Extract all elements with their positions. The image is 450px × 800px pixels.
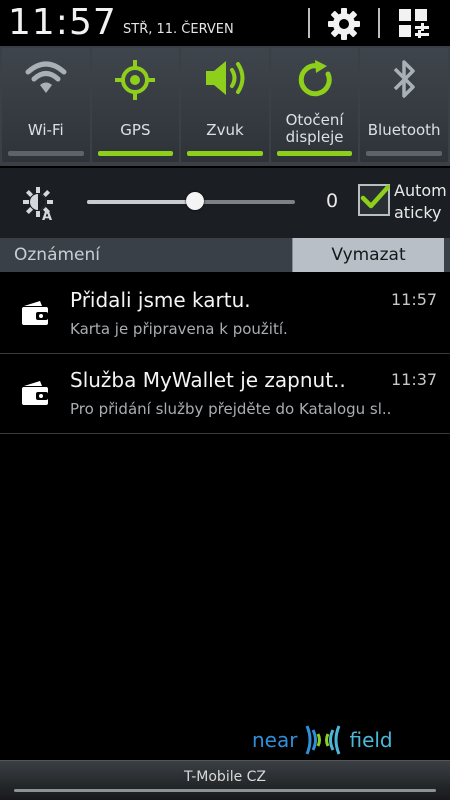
brightness-row: A 0 Automaticky xyxy=(0,168,450,238)
wallet-icon xyxy=(20,380,50,412)
notification-text: Karta je připravena k použití. xyxy=(70,320,288,338)
toggle-label: GPS xyxy=(120,121,151,139)
brightness-auto-icon: A xyxy=(22,186,58,226)
gear-icon xyxy=(328,8,360,40)
brightness-value: 0 xyxy=(326,190,339,212)
carrier-name: T-Mobile CZ xyxy=(183,769,267,785)
toggle-label: Otočení displeje xyxy=(285,111,344,146)
toggle-label: Wi-Fi xyxy=(27,121,64,139)
grid-toggles-icon xyxy=(399,9,429,38)
toggle-bluetooth[interactable]: Bluetooth xyxy=(360,48,448,162)
clear-button[interactable]: Vymazat xyxy=(292,238,444,272)
checkmark-icon xyxy=(360,184,390,209)
notifications-title: Oznámení xyxy=(14,245,101,265)
notification-item[interactable]: Služba MyWallet je zapnut.. 11:37 Pro př… xyxy=(0,354,450,434)
header-divider xyxy=(378,8,380,38)
brightness-fill xyxy=(87,200,196,204)
toggle-label: Zvuk xyxy=(206,121,244,139)
auto-brightness-label: Automaticky xyxy=(394,180,450,224)
notification-time: 11:57 xyxy=(391,290,438,309)
date-label: STŘ, 11. ČERVEN xyxy=(123,22,234,37)
toggle-settings-button[interactable] xyxy=(394,4,434,44)
nearfield-logo: near field xyxy=(252,722,393,758)
brightness-thumb[interactable] xyxy=(186,192,205,210)
drag-handle[interactable] xyxy=(14,789,436,792)
svg-text:A: A xyxy=(42,209,52,222)
quick-toggles: Wi-Fi GPS Zvuk Otočení displeje Bluetoot… xyxy=(0,46,450,166)
notification-title: Přidali jsme kartu. xyxy=(70,288,251,312)
toggle-label: Bluetooth xyxy=(367,121,441,139)
toggle-indicator xyxy=(366,151,442,156)
logo-text-near: near xyxy=(252,728,298,752)
logo-text-field: field xyxy=(349,728,393,752)
carrier-bar[interactable]: T-Mobile CZ xyxy=(0,760,450,800)
wifi-icon xyxy=(25,61,67,93)
notification-text: Pro přidání služby přejděte do Katalogu … xyxy=(70,400,392,418)
auto-brightness-text: Automaticky xyxy=(394,181,447,222)
notifications-header: Oznámení Vymazat xyxy=(0,238,450,272)
toggle-indicator xyxy=(187,151,263,156)
auto-brightness-checkbox[interactable] xyxy=(358,184,390,216)
notification-item[interactable]: Přidali jsme kartu. 11:57 Karta je připr… xyxy=(0,274,450,354)
status-header: 11:57 STŘ, 11. ČERVEN xyxy=(0,0,450,46)
toggle-indicator xyxy=(97,151,174,156)
bluetooth-icon xyxy=(393,60,415,98)
toggle-wifi[interactable]: Wi-Fi xyxy=(2,48,90,162)
toggle-gps[interactable]: GPS xyxy=(91,48,180,162)
header-divider xyxy=(308,8,310,38)
notification-title: Služba MyWallet je zapnut.. xyxy=(70,368,346,392)
nfc-waves-icon xyxy=(306,725,341,755)
wallet-icon xyxy=(20,300,50,332)
sound-icon xyxy=(205,61,245,95)
toggle-indicator xyxy=(8,151,84,156)
gps-icon xyxy=(115,60,156,100)
rotation-icon xyxy=(298,60,332,97)
notification-time: 11:37 xyxy=(391,370,438,389)
toggle-rotation[interactable]: Otočení displeje xyxy=(270,48,359,162)
clock: 11:57 xyxy=(8,2,117,43)
toggle-indicator xyxy=(276,151,353,156)
toggle-sound[interactable]: Zvuk xyxy=(181,48,269,162)
settings-button[interactable] xyxy=(324,4,364,44)
